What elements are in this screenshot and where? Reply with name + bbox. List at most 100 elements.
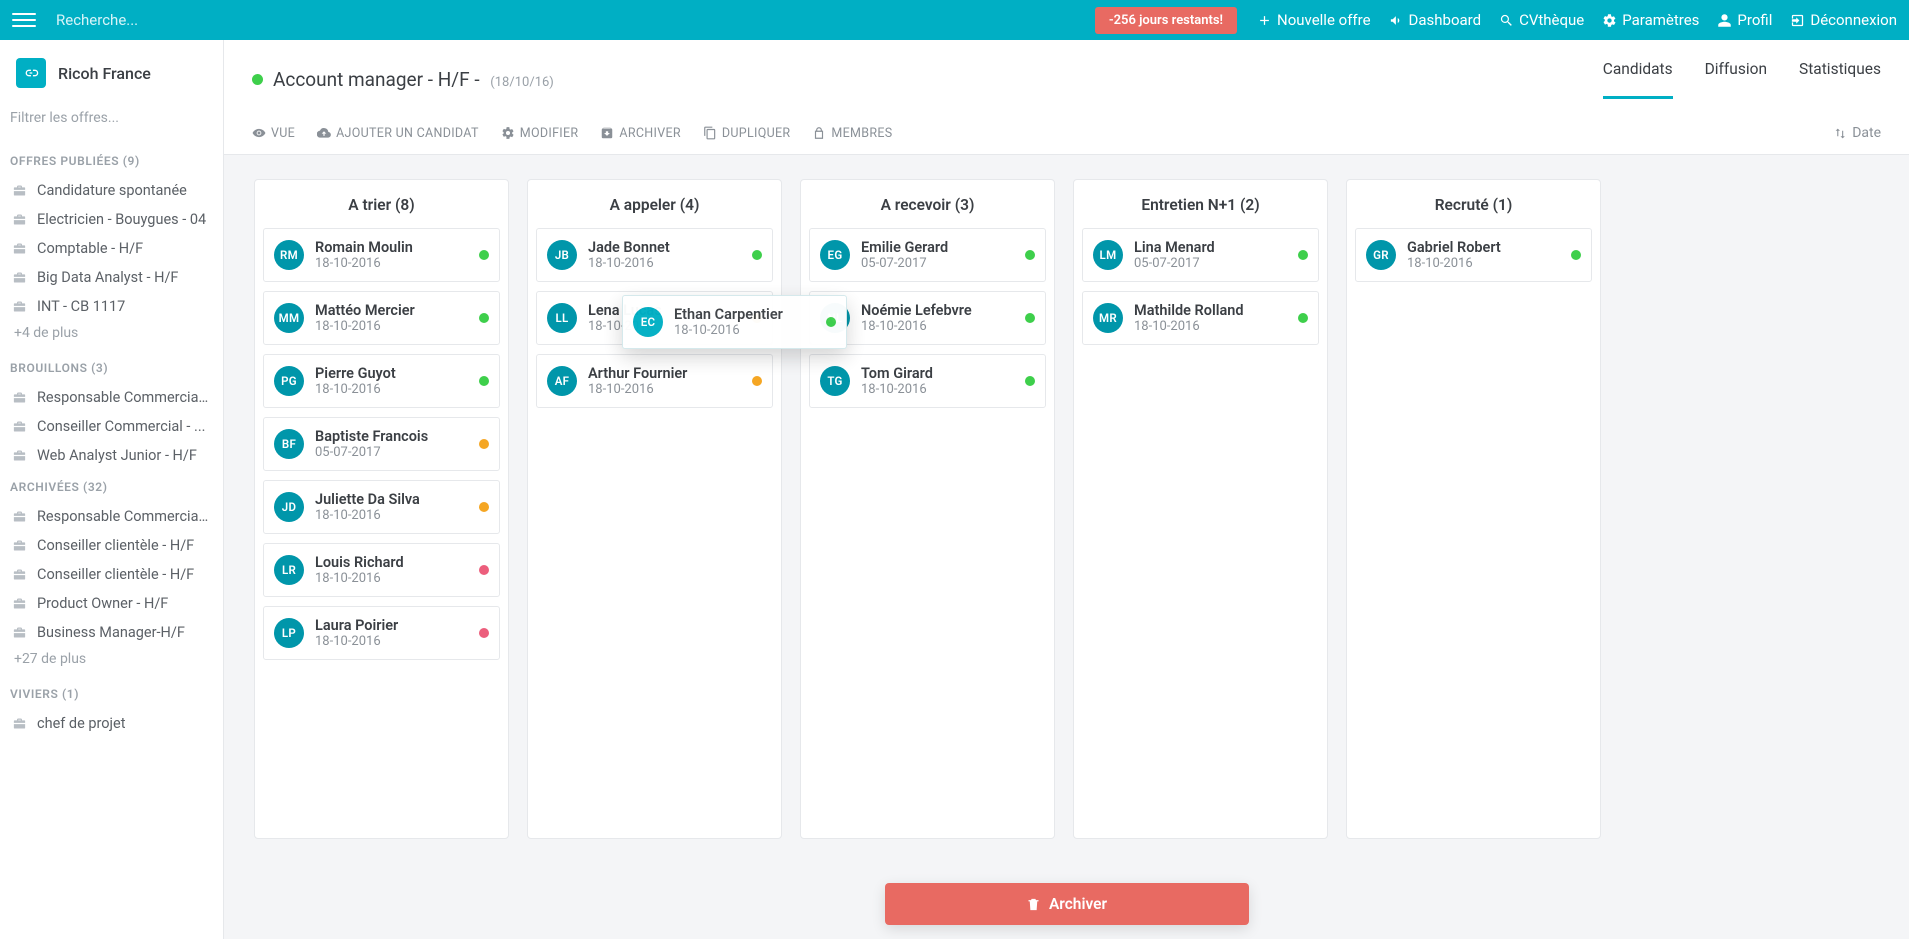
candidate-date: 18-10-2016: [315, 256, 468, 271]
kanban-column[interactable]: A recevoir (3)EGEmilie Gerard05-07-2017 N…: [800, 179, 1055, 839]
sidebar-item[interactable]: Comptable - H/F: [0, 234, 223, 263]
sidebar-item[interactable]: Web Analyst Junior - H/F: [0, 441, 223, 470]
sidebar-item[interactable]: chef de projet: [0, 709, 223, 738]
avatar: LL: [547, 303, 577, 333]
candidate-card[interactable]: LPLaura Poirier18-10-2016: [263, 606, 500, 660]
candidate-date: 18-10-2016: [315, 634, 468, 649]
kanban-column[interactable]: Entretien N+1 (2)LMLina Menard05-07-2017…: [1073, 179, 1328, 839]
candidate-card[interactable]: NLNoémie Lefebvre18-10-2016: [809, 291, 1046, 345]
megaphone-icon: [1389, 13, 1404, 28]
top-nav: Nouvelle offre Dashboard CVthèque Paramè…: [1257, 11, 1897, 29]
view-button[interactable]: VUE: [252, 126, 295, 141]
settings-link[interactable]: Paramètres: [1602, 11, 1699, 29]
sort-button[interactable]: Date: [1834, 125, 1881, 141]
menu-icon[interactable]: [12, 8, 36, 32]
sidebar-item[interactable]: Big Data Analyst - H/F: [0, 263, 223, 292]
sidebar-item[interactable]: Conseiller Commercial - ...: [0, 412, 223, 441]
tab-stats[interactable]: Statistiques: [1799, 60, 1881, 99]
candidate-date: 18-10-2016: [861, 382, 1014, 397]
candidate-status-dot: [1571, 250, 1581, 260]
sidebar-item-label: Comptable - H/F: [37, 240, 143, 257]
logout-label: Déconnexion: [1810, 11, 1897, 29]
archive-icon: [600, 126, 614, 140]
logout-link[interactable]: Déconnexion: [1790, 11, 1897, 29]
candidate-name: Arthur Fournier: [588, 365, 741, 382]
cvtheque-label: CVthèque: [1519, 11, 1584, 29]
candidate-status-dot: [479, 439, 489, 449]
settings-label: Paramètres: [1622, 11, 1699, 29]
trial-badge: -256 jours restants!: [1095, 7, 1237, 34]
view-label: VUE: [271, 126, 295, 141]
candidate-status-dot: [479, 628, 489, 638]
candidate-card[interactable]: MMMattéo Mercier18-10-2016: [263, 291, 500, 345]
kanban-column[interactable]: A trier (8)RMRomain Moulin18-10-2016 MMMa…: [254, 179, 509, 839]
kanban-column[interactable]: A appeler (4)JBJade Bonnet18-10-2016 LLLe…: [527, 179, 782, 839]
archive-dropzone[interactable]: Archiver: [885, 883, 1249, 925]
candidate-card[interactable]: LRLouis Richard18-10-2016: [263, 543, 500, 597]
candidate-card[interactable]: LLLena Lucas18-10-2016: [536, 291, 773, 345]
add-candidate-label: AJOUTER UN CANDIDAT: [336, 126, 479, 141]
candidate-date: 18-10-2016: [315, 571, 468, 586]
sidebar-item-label: Conseiller clientèle - H/F: [37, 566, 194, 583]
members-button[interactable]: MEMBRES: [812, 126, 892, 141]
global-search-input[interactable]: [56, 5, 556, 35]
sidebar-item-label: Web Analyst Junior - H/F: [37, 447, 197, 464]
sidebar-item-label: Responsable Commercial...: [37, 389, 211, 406]
cvtheque-link[interactable]: CVthèque: [1499, 11, 1584, 29]
column-title: Recruté (1): [1347, 180, 1600, 228]
candidate-card[interactable]: JBJade Bonnet18-10-2016: [536, 228, 773, 282]
sidebar-item[interactable]: Business Manager-H/F: [0, 618, 223, 647]
candidate-card[interactable]: RMRomain Moulin18-10-2016: [263, 228, 500, 282]
kanban-column[interactable]: Recruté (1)GRGabriel Robert18-10-2016: [1346, 179, 1601, 839]
sidebar-item[interactable]: Conseiller clientèle - H/F: [0, 560, 223, 589]
duplicate-button[interactable]: DUPLIQUER: [703, 126, 791, 141]
published-more[interactable]: +4 de plus: [0, 321, 223, 351]
filter-offers-input[interactable]: [8, 104, 215, 132]
sidebar-item[interactable]: INT - CB 1117: [0, 292, 223, 321]
avatar: AF: [547, 366, 577, 396]
sidebar-item[interactable]: Responsable Commercial...: [0, 383, 223, 412]
new-offer-button[interactable]: Nouvelle offre: [1257, 11, 1371, 29]
sidebar-item[interactable]: Conseiller clientèle - H/F: [0, 531, 223, 560]
sidebar-item[interactable]: Responsable Commercial...: [0, 502, 223, 531]
archived-more[interactable]: +27 de plus: [0, 647, 223, 677]
board-wrap: A trier (8)RMRomain Moulin18-10-2016 MMMa…: [224, 155, 1909, 939]
sidebar-item[interactable]: Candidature spontanée: [0, 176, 223, 205]
edit-button[interactable]: MODIFIER: [501, 126, 579, 141]
candidate-name: Baptiste Francois: [315, 428, 468, 445]
kanban-board: A trier (8)RMRomain Moulin18-10-2016 MMMa…: [254, 179, 1885, 839]
candidate-card[interactable]: MRMathilde Rolland18-10-2016: [1082, 291, 1319, 345]
tab-candidates[interactable]: Candidats: [1603, 60, 1673, 99]
candidate-card[interactable]: BFBaptiste Francois05-07-2017: [263, 417, 500, 471]
candidate-status-dot: [752, 376, 762, 386]
sidebar-item[interactable]: Electricien - Bouygues - 04: [0, 205, 223, 234]
candidate-card[interactable]: GRGabriel Robert18-10-2016: [1355, 228, 1592, 282]
profile-link[interactable]: Profil: [1717, 11, 1772, 29]
sidebar-item-label: chef de projet: [37, 715, 125, 732]
candidate-date: 18-10-2016: [588, 319, 741, 334]
candidate-card[interactable]: PGPierre Guyot18-10-2016: [263, 354, 500, 408]
cloud-upload-icon: [317, 126, 331, 140]
candidate-status-dot: [479, 565, 489, 575]
column-title: A appeler (4): [528, 180, 781, 228]
tab-diffusion[interactable]: Diffusion: [1705, 60, 1767, 99]
sidebar-item-label: Conseiller clientèle - H/F: [37, 537, 194, 554]
avatar: LR: [274, 555, 304, 585]
account-row[interactable]: Ricoh France: [0, 40, 223, 100]
sidebar-item-label: Big Data Analyst - H/F: [37, 269, 178, 286]
dashboard-link[interactable]: Dashboard: [1389, 11, 1482, 29]
sidebar-item[interactable]: Product Owner - H/F: [0, 589, 223, 618]
candidate-card[interactable]: TGTom Girard18-10-2016: [809, 354, 1046, 408]
candidate-date: 18-10-2016: [588, 382, 741, 397]
archive-button[interactable]: ARCHIVER: [600, 126, 680, 141]
add-candidate-button[interactable]: AJOUTER UN CANDIDAT: [317, 126, 479, 141]
column-title: A recevoir (3): [801, 180, 1054, 228]
candidate-card[interactable]: LMLina Menard05-07-2017: [1082, 228, 1319, 282]
candidate-name: Emilie Gerard: [861, 239, 1014, 256]
candidate-status-dot: [479, 250, 489, 260]
profile-label: Profil: [1737, 11, 1772, 29]
candidate-card[interactable]: AF Arthur Fournier18-10-2016: [536, 354, 773, 408]
column-title: A trier (8): [255, 180, 508, 228]
candidate-card[interactable]: EGEmilie Gerard05-07-2017: [809, 228, 1046, 282]
candidate-card[interactable]: JDJuliette Da Silva18-10-2016: [263, 480, 500, 534]
